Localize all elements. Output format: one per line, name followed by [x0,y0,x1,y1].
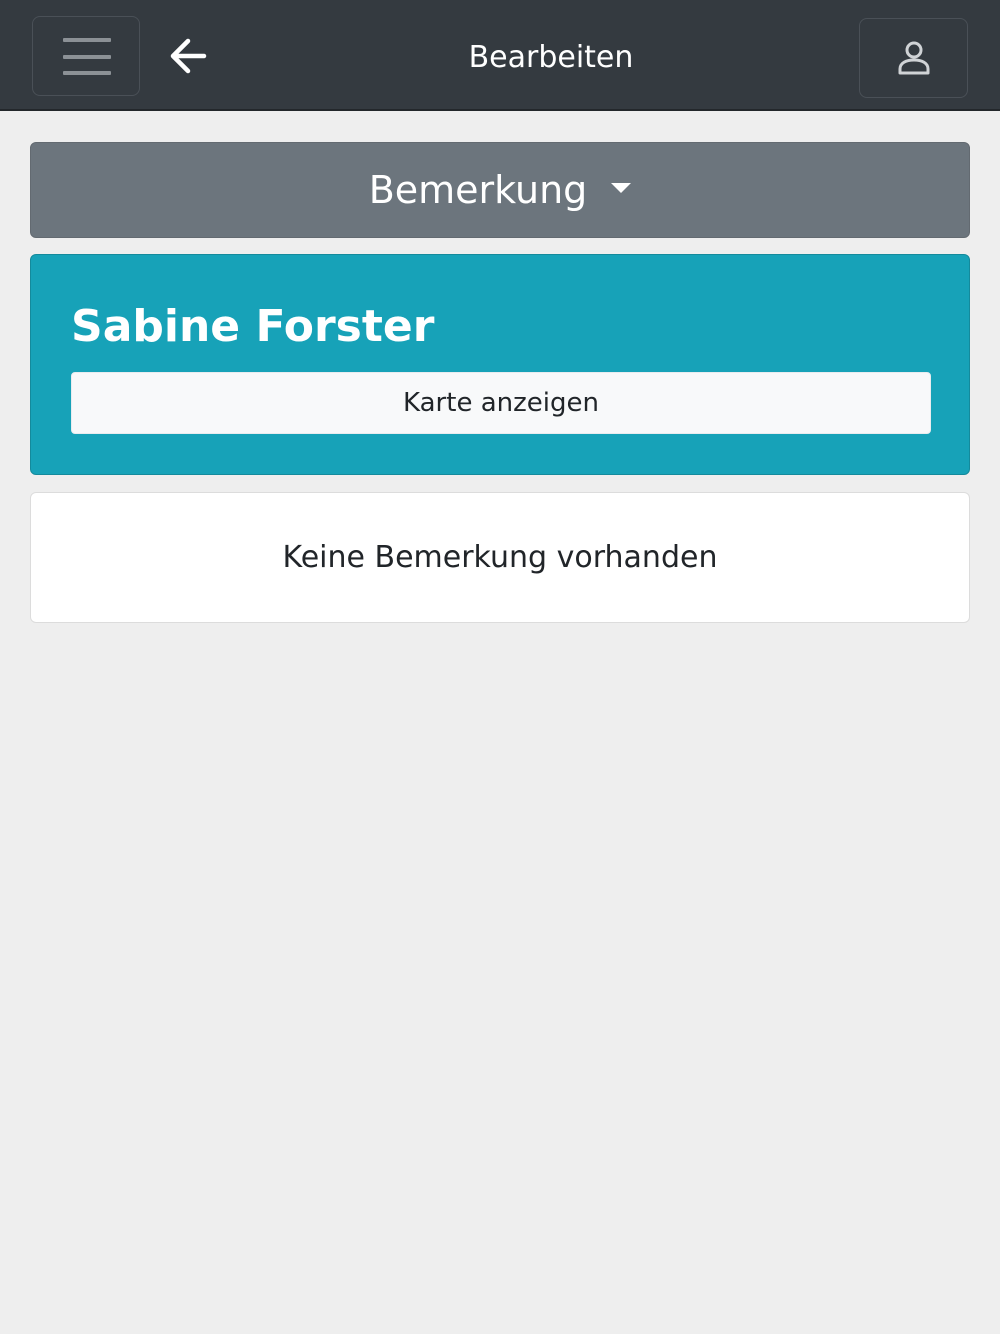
remarks-empty-text: Keine Bemerkung vorhanden [282,539,718,575]
menu-button[interactable] [32,16,140,96]
section-dropdown-label: Bemerkung [368,168,588,212]
user-button[interactable] [859,18,968,98]
user-icon [898,41,930,75]
remarks-card: Keine Bemerkung vorhanden [30,492,970,623]
arrow-left-icon [170,38,207,74]
section-dropdown[interactable]: Bemerkung [30,142,970,238]
top-navbar: Bearbeiten [0,0,1000,111]
page-title: Bearbeiten [468,40,634,75]
back-button[interactable] [160,30,216,82]
show-map-button[interactable]: Karte anzeigen [71,372,931,434]
person-name: Sabine Forster [71,301,435,352]
caret-down-icon [611,183,632,193]
person-card: Sabine Forster Karte anzeigen [30,254,970,475]
